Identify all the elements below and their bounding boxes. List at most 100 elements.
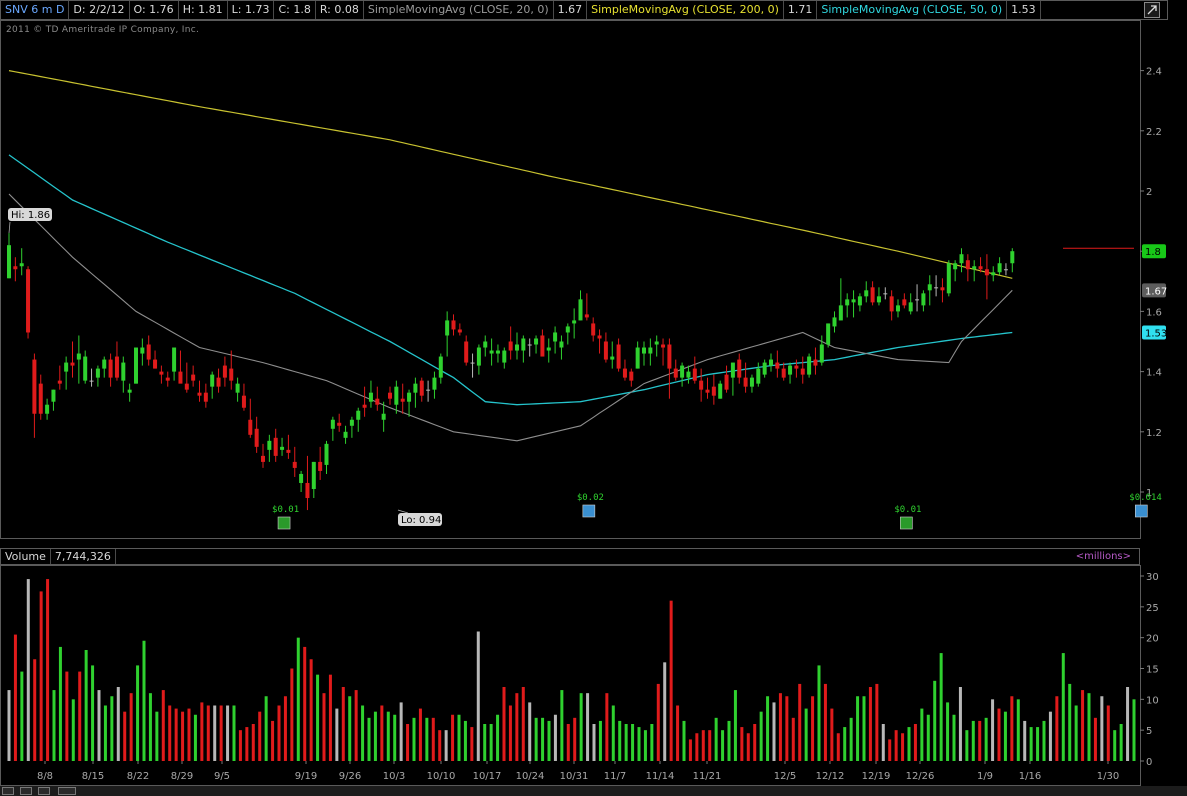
candle-body [375, 398, 380, 405]
candle-body [413, 383, 418, 393]
candle-body [565, 326, 570, 333]
volume-bar [97, 690, 101, 761]
candle-body [191, 374, 196, 381]
volume-units: <millions> [1075, 551, 1131, 562]
candle-body [692, 368, 697, 381]
volume-bar [283, 696, 287, 761]
volume-bar [830, 708, 834, 761]
volume-bar [791, 717, 795, 761]
volume-bar [965, 730, 969, 761]
candle-body [978, 266, 983, 270]
candle-body [984, 269, 989, 276]
candle-body [470, 362, 475, 364]
volume-bar [939, 653, 943, 761]
volume-bar [316, 674, 320, 761]
volume-bar [991, 699, 995, 761]
volume-bar [39, 591, 43, 761]
x-tick-label: 11/21 [693, 771, 722, 782]
candle-body [305, 482, 310, 499]
volume-bar [373, 711, 377, 761]
volume-bar [631, 724, 635, 761]
x-tick-label: 11/14 [646, 771, 675, 782]
volume-bar [708, 730, 712, 761]
candle-body [324, 443, 329, 465]
candle-body [13, 266, 18, 270]
candle-body [527, 344, 532, 346]
candle-body [997, 263, 1002, 273]
volume-bar [451, 714, 455, 761]
volume-bar [1023, 720, 1027, 761]
volume-bar [1061, 653, 1065, 761]
candle-body [248, 419, 253, 435]
volume-bar [226, 705, 230, 761]
volume-y-tick-label: 15 [1146, 665, 1159, 676]
candle-body [762, 362, 767, 375]
price-y-tick-label: 1.2 [1146, 428, 1162, 439]
volume-label[interactable]: Volume [1, 549, 51, 564]
volume-bar [894, 730, 898, 761]
price-panel-frame [0, 20, 1141, 539]
x-tick-label: 11/7 [604, 771, 626, 782]
candle-body [578, 299, 583, 321]
candle-body [330, 419, 335, 429]
candle-body [826, 323, 831, 345]
zoom-icon[interactable] [20, 787, 32, 795]
sma200-study-label[interactable]: SimpleMovingAvg (CLOSE, 200, 0) [587, 1, 784, 19]
maximize-icon [1147, 5, 1157, 15]
volume-bar [213, 705, 217, 761]
volume-bar [836, 733, 840, 761]
volume-bar [489, 724, 493, 761]
dividend-icon [1135, 504, 1148, 518]
zoom-in-icon[interactable] [38, 787, 50, 795]
candle-body [813, 359, 818, 366]
candle-body [140, 347, 145, 354]
sma50-study-label[interactable]: SimpleMovingAvg (CLOSE, 50, 0) [817, 1, 1008, 19]
candle-body [388, 392, 392, 399]
sma20-study-label[interactable]: SimpleMovingAvg (CLOSE, 20, 0) [364, 1, 554, 19]
volume-bar [611, 705, 615, 761]
candle-body [241, 395, 246, 408]
volume-bar [856, 696, 860, 761]
volume-bar [1093, 717, 1097, 761]
volume-bar [296, 637, 300, 761]
volume-bar [322, 693, 326, 761]
candle-body [476, 347, 481, 366]
volume-bar [258, 711, 262, 761]
x-tick-label: 1/16 [1019, 771, 1041, 782]
close-label: C: 1.8 [274, 1, 316, 19]
maximize-button[interactable] [1144, 2, 1160, 18]
volume-bar [566, 724, 570, 761]
volume-bar [290, 668, 294, 761]
candle-body [927, 284, 932, 291]
candle-body [819, 344, 824, 363]
candle-body [749, 377, 754, 387]
volume-bar [91, 665, 95, 761]
high-marker: Hi: 1.86 [11, 210, 50, 221]
volume-bar [971, 720, 975, 761]
volume-bar [444, 730, 448, 761]
scroll-icon[interactable] [58, 787, 76, 795]
volume-bar [193, 714, 197, 761]
candle-body [896, 305, 900, 312]
candle-body [343, 431, 348, 438]
volume-bar [926, 714, 930, 761]
volume-bar [232, 705, 236, 761]
volume-bar [753, 724, 757, 761]
candle-body [788, 365, 793, 375]
price-y-tick-label: 1.4 [1146, 368, 1162, 379]
price-y-tick-label: 2.2 [1146, 127, 1162, 138]
volume-bar [463, 720, 467, 761]
candle-body [603, 341, 608, 360]
candle-body [794, 365, 799, 369]
candle-body [934, 287, 939, 289]
candle-body [724, 374, 729, 390]
volume-bar [766, 696, 770, 761]
zoom-out-icon[interactable] [2, 787, 14, 795]
x-tick-label: 10/10 [427, 771, 456, 782]
candle-body [108, 359, 113, 378]
volume-bar [598, 720, 602, 761]
volume-bar [656, 683, 660, 761]
volume-bar [508, 705, 512, 761]
candle-body [667, 344, 672, 369]
symbol-label[interactable]: SNV 6 m D [1, 1, 70, 19]
